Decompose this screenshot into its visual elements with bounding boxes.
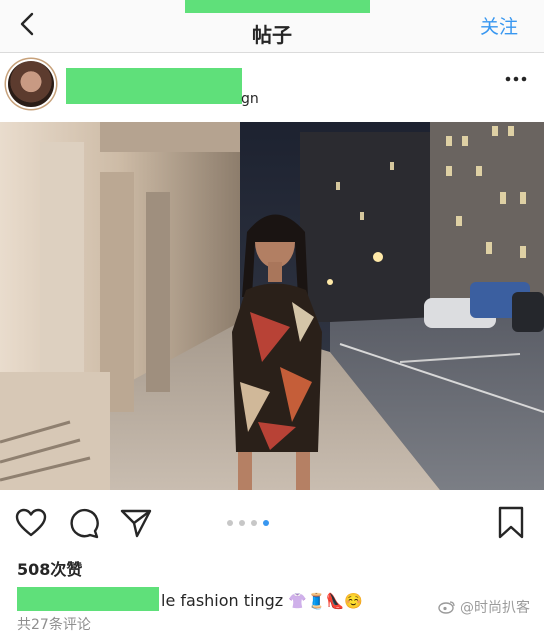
carousel-dot (227, 520, 233, 526)
redacted-username[interactable] (66, 68, 242, 104)
carousel-dot (239, 520, 245, 526)
caption-text: le fashion tingz (161, 591, 284, 610)
caption-emojis: 👚🧵👠☺️ (288, 592, 363, 610)
redacted-caption-username[interactable] (17, 587, 159, 611)
carousel-dot (251, 520, 257, 526)
weibo-watermark: @时尚扒客 (438, 597, 530, 617)
watermark-text: @时尚扒客 (460, 600, 530, 616)
comment-icon[interactable] (68, 507, 100, 539)
post-caption: le fashion tingz 👚🧵👠☺️ (17, 587, 363, 611)
share-send-icon[interactable] (120, 507, 152, 539)
post-photo[interactable] (0, 122, 544, 490)
likes-count[interactable]: 508次赞 (17, 556, 82, 580)
post-location[interactable]: gn (241, 91, 259, 107)
view-comments-link[interactable]: 共27条评论 (17, 614, 91, 634)
avatar[interactable] (8, 61, 54, 107)
more-options-icon[interactable] (505, 74, 527, 84)
page-title: 帖子 (252, 23, 292, 47)
carousel-dot-active (263, 520, 269, 526)
follow-button[interactable]: 关注 (480, 12, 518, 39)
carousel-indicator (227, 518, 269, 528)
weibo-logo-icon (438, 601, 455, 614)
like-heart-icon[interactable] (15, 508, 47, 538)
save-bookmark-icon[interactable] (496, 506, 526, 540)
redacted-account-name (185, 0, 370, 13)
